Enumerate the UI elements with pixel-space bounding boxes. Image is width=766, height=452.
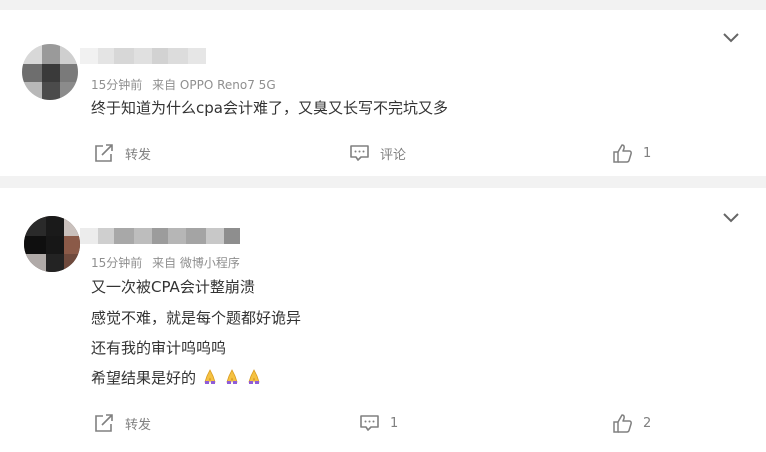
praying-hands-icon	[226, 369, 238, 384]
repost-label: 转发	[125, 417, 152, 433]
praying-hands-icon	[248, 369, 260, 384]
comment-source: 来自 微博小程序	[152, 256, 240, 270]
comment-source: 来自 OPPO Reno7 5G	[152, 78, 276, 92]
comment-button[interactable]: 1	[359, 413, 398, 433]
comment-button[interactable]: 评论	[349, 143, 406, 163]
comment-time: 15分钟前	[91, 78, 143, 92]
comment-text-line-4-text: 希望结果是好的	[91, 369, 197, 387]
like-count: 2	[643, 416, 652, 431]
repost-button[interactable]: 转发	[94, 143, 151, 163]
repost-icon	[95, 144, 113, 162]
like-button[interactable]: 2	[612, 413, 651, 434]
repost-icon	[95, 414, 113, 432]
thumbs-up-icon	[613, 144, 632, 163]
like-button[interactable]: 1	[612, 143, 651, 164]
repost-label: 转发	[125, 147, 152, 163]
comment-text-line-4: 希望结果是好的	[91, 367, 262, 388]
username-blurred[interactable]	[80, 48, 206, 64]
user-avatar[interactable]	[22, 44, 78, 100]
comment-text: 终于知道为什么cpa会计难了，又臭又长写不完坑又多	[91, 99, 448, 117]
username-blurred[interactable]	[80, 228, 240, 244]
comment-card-2: 15分钟前 来自 微博小程序 又一次被CPA会计整崩溃 感觉不难，就是每个题都好…	[0, 188, 766, 452]
like-count: 1	[643, 146, 652, 161]
comment-text-line-3: 还有我的审计呜呜呜	[91, 339, 227, 357]
comment-card-1: 15分钟前 来自 OPPO Reno7 5G 终于知道为什么cpa会计难了，又臭…	[0, 10, 766, 176]
chevron-down-icon[interactable]	[722, 32, 740, 44]
comment-label: 评论	[380, 147, 407, 163]
comment-icon	[350, 145, 369, 161]
comment-meta: 15分钟前 来自 OPPO Reno7 5G	[91, 76, 276, 93]
chevron-down-icon[interactable]	[722, 212, 740, 224]
user-avatar[interactable]	[24, 216, 80, 272]
repost-button[interactable]: 转发	[94, 413, 151, 433]
thumbs-up-icon	[613, 414, 632, 433]
comment-text-line-2: 感觉不难，就是每个题都好诡异	[91, 309, 302, 327]
comment-icon	[360, 415, 379, 431]
comment-meta: 15分钟前 来自 微博小程序	[91, 254, 240, 271]
comment-text-line-1: 又一次被CPA会计整崩溃	[91, 278, 255, 296]
comment-count: 1	[390, 415, 399, 431]
praying-hands-icon	[204, 369, 216, 384]
comment-time: 15分钟前	[91, 256, 143, 270]
